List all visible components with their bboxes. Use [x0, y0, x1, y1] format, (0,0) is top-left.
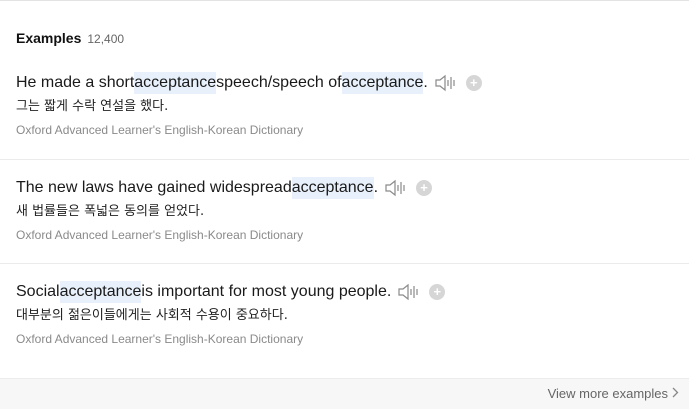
example-sentence: He made a short acceptance speech/speech… — [16, 72, 689, 94]
highlighted-word[interactable]: acceptance — [134, 72, 217, 94]
chevron-right-icon — [672, 386, 679, 401]
sentence-text: He made a short — [16, 74, 135, 91]
example-source: Oxford Advanced Learner's English-Korean… — [16, 228, 304, 242]
view-more-label: View more examples — [547, 386, 668, 401]
example-source: Oxford Advanced Learner's English-Korean… — [16, 123, 304, 137]
example-item: He made a short acceptance speech/speech… — [0, 55, 689, 159]
plus-circle-icon[interactable]: + — [465, 75, 482, 91]
example-source: Oxford Advanced Learner's English-Korean… — [16, 332, 304, 346]
sentence-text: is important for most young people. — [141, 283, 392, 300]
highlighted-word[interactable]: acceptance — [341, 72, 424, 94]
speaker-icon[interactable] — [434, 73, 458, 93]
example-sentence: The new laws have gained widespread acce… — [16, 177, 689, 199]
sentence-text: . — [423, 74, 428, 91]
view-more-link[interactable]: View more examples — [548, 386, 679, 401]
sentence-text: . — [373, 179, 379, 196]
highlighted-word[interactable]: acceptance — [291, 177, 374, 199]
example-sentence: Social acceptance is important for most … — [16, 281, 689, 303]
examples-header: Examples 12,400 — [16, 30, 124, 46]
example-translation: 그는 짧게 수락 연설을 했다. — [16, 99, 169, 114]
speaker-icon[interactable] — [384, 178, 408, 198]
examples-footer: View more examples — [0, 378, 689, 409]
sentence-text: Social — [16, 283, 60, 300]
example-translation: 대부분의 젊은이들에게는 사회적 수용이 중요하다. — [16, 308, 288, 323]
plus-circle-icon[interactable]: + — [416, 180, 433, 196]
sentence-text: The new laws have gained widespread — [16, 179, 292, 196]
example-count: 12,400 — [87, 32, 125, 46]
section-title: Examples — [16, 30, 82, 46]
sentence-text: speech/speech of — [216, 74, 342, 91]
top-divider — [0, 0, 689, 1]
example-item: The new laws have gained widespread acce… — [0, 159, 689, 263]
example-item: Social acceptance is important for most … — [0, 263, 689, 367]
example-translation: 새 법률들은 폭넓은 동의를 얻었다. — [16, 204, 205, 219]
example-list: He made a short acceptance speech/speech… — [0, 55, 689, 367]
plus-circle-icon[interactable]: + — [429, 284, 446, 300]
highlighted-word[interactable]: acceptance — [59, 281, 142, 303]
speaker-icon[interactable] — [397, 282, 421, 302]
